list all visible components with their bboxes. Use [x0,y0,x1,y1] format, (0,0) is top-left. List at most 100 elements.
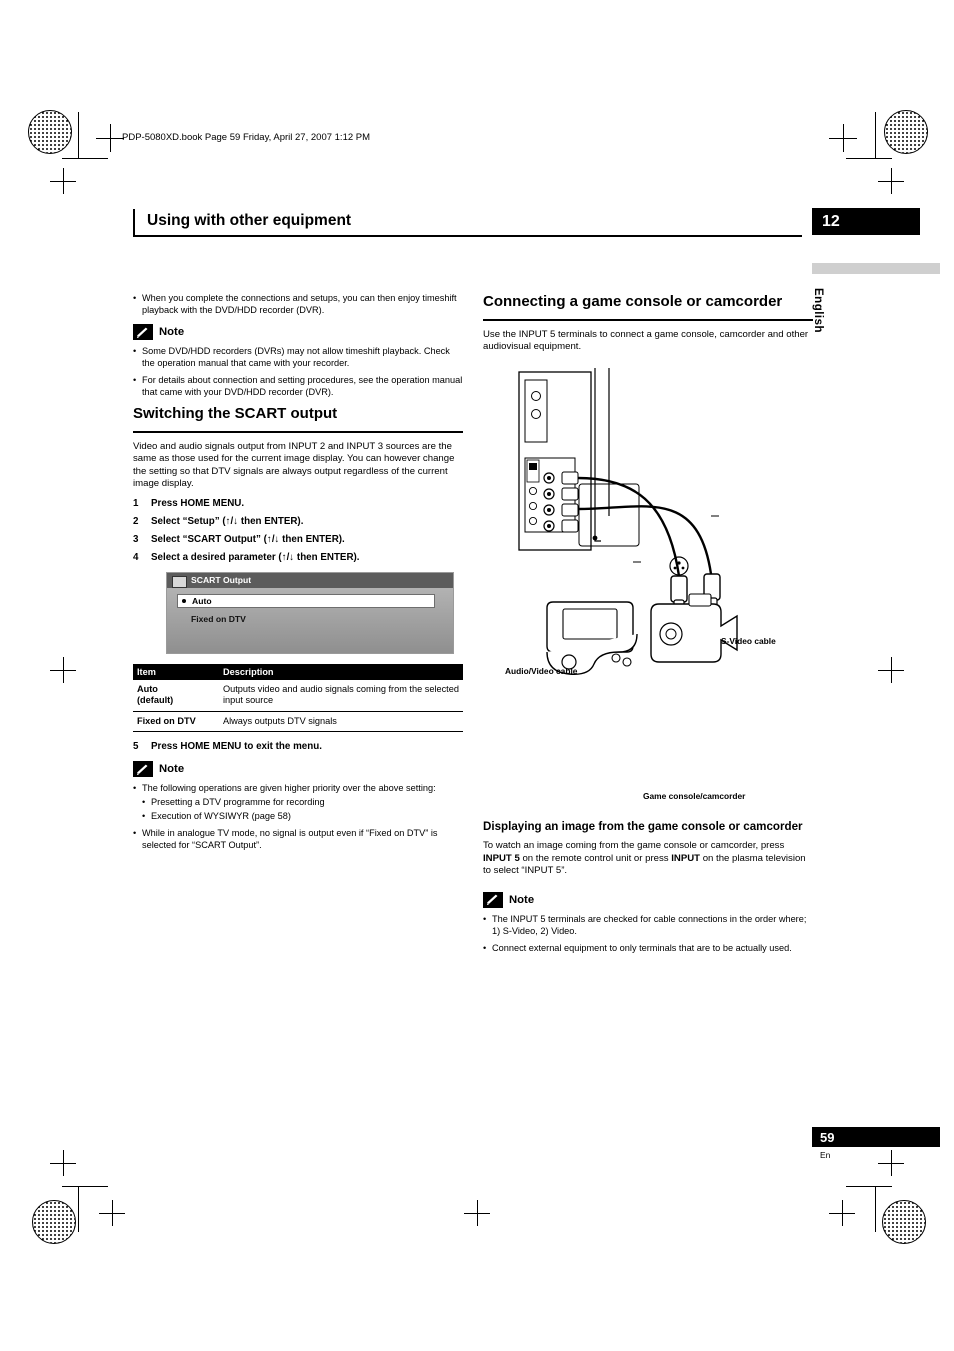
note-title: Note [159,763,185,776]
note-item: The INPUT 5 terminals are checked for ca… [483,913,813,937]
language-label: English [812,288,824,334]
step-number: 5 [133,741,139,753]
section-body-scart: Video and audio signals output from INPU… [133,441,455,490]
step-1: 1 Press HOME MENU. [133,497,463,510]
page-number-suffix: En [820,1150,831,1160]
page-number-badge: 59 [812,1127,940,1147]
osd-option-fixed-on-dtv[interactable]: Fixed on DTV [177,612,435,626]
step-text: Select a desired parameter (↑/↓ then ENT… [151,551,360,563]
crop-mark-bottom-left-v [78,1186,79,1232]
table-item-name: Auto [137,683,158,694]
step-5: 5 Press HOME MENU to exit the menu. [133,740,463,753]
crop-mark-top-right-v [875,112,876,158]
osd-option-auto[interactable]: Auto [177,593,435,608]
osd-option-label: Fixed on DTV [191,613,246,624]
table-item-name: Fixed on DTV [137,715,196,726]
osd-radio-icon [182,599,186,604]
pencil-icon [483,891,503,908]
crop-mark-bottom-right-v [875,1186,876,1232]
label-audio-video-cable: Audio/Video cable [505,665,578,676]
registration-cross-bottom-r [829,1200,855,1226]
section-title-scart: Switching the SCART output [133,405,338,422]
osd-screenshot: SCART Output Auto Fixed on DTV [166,571,454,654]
note-item: Connect external equipment to only termi… [483,942,813,954]
right-column: Connecting a game console or camcorder U… [483,292,813,960]
registration-halftone-bottom-left [32,1200,76,1244]
note-title: Note [159,326,185,338]
pencil-icon [133,324,153,340]
step-text: Press HOME MENU. [151,497,245,509]
table-header-description: Description [219,663,463,680]
chapter-number-badge: 12 [812,208,920,235]
subsection-body: To watch an image coming from the game c… [483,840,813,877]
registration-cross-tl [96,124,124,152]
note-header: Note [133,761,463,778]
note-header: Note [483,891,813,908]
note-item: Some DVD/HDD recorders (DVRs) may not al… [133,345,463,369]
osd-title: SCART Output [167,572,453,588]
table-cell-description: Always outputs DTV signals [219,711,463,733]
registration-cross-br [878,1150,904,1176]
step-number: 2 [133,515,139,527]
label-game-console-camcorder: Game console/camcorder [643,790,746,801]
crop-mark-bottom-right-h [846,1186,892,1187]
note-item: While in analogue TV mode, no signal is … [133,827,463,851]
osd-option-label: Auto [192,595,212,606]
table-cell-item: Fixed on DTV [133,711,219,733]
registration-halftone-bottom-right [882,1200,926,1244]
table-header-item: Item [133,663,219,680]
table-row: Auto (default) Outputs video and audio s… [133,679,463,712]
table-item-note: (default) [137,695,174,706]
registration-cross-mid-left [50,657,76,683]
note-item: The following operations are given highe… [133,782,463,794]
language-bar [812,263,940,274]
crop-mark-bottom-left-h [62,1186,108,1187]
table-cell-description: Outputs video and audio signals coming f… [219,679,463,712]
step-text: Select “Setup” (↑/↓ then ENTER). [151,515,304,527]
crop-mark-top-left-v [78,112,79,158]
note-block-2: Note The following operations are given … [133,761,463,851]
label-svideo-cable: S-Video cable [721,635,776,646]
note-title: Note [509,893,535,906]
crop-mark-top-left-h [62,158,108,159]
osd-setup-icon [172,575,187,588]
subsection-body-part2: on the remote control unit or press [519,852,672,864]
section-title-game-console: Connecting a game console or camcorder [483,293,783,310]
note-block-1: Note Some DVD/HDD recorders (DVRs) may n… [133,324,463,398]
section-body-game-console: Use the INPUT 5 terminals to connect a g… [483,329,809,353]
registration-halftone-top-left [28,110,72,154]
intro-bullet: When you complete the connections and se… [133,292,463,316]
registration-cross-bottom-c [464,1200,490,1226]
registration-cross-bl [50,1150,76,1176]
input-button-name: INPUT [671,852,701,864]
input5-button-name: INPUT 5 [483,852,520,864]
parameter-table: Item Description Auto (default) Outputs … [133,663,463,733]
note-subitem: Execution of WYSIWYR (page 58) [133,810,463,822]
table-cell-item: Auto (default) [133,679,219,712]
registration-halftone-top-right [884,110,928,154]
pencil-icon [133,761,153,778]
note-header: Note [133,324,463,340]
step-text: Select “SCART Output” (↑/↓ then ENTER). [151,533,345,545]
crop-mark-top-right-h [846,158,892,159]
registration-cross-left [50,168,76,194]
section-rule [483,319,813,321]
registration-cross-bottom-l [99,1200,125,1226]
page-title: Using with other equipment [147,212,352,229]
step-number: 3 [133,533,139,545]
page: PDP-5080XD.book Page 59 Friday, April 27… [0,0,954,1351]
connection-diagram-svg [518,367,738,675]
step-2: 2 Select “Setup” (↑/↓ then ENTER). [133,515,463,528]
subsection-body-part1: To watch an image coming from the game c… [483,840,785,852]
connection-diagram: S-Video cable Audio/Video cable Game con… [483,366,823,801]
registration-cross-right [878,168,904,194]
step-4: 4 Select a desired parameter (↑/↓ then E… [133,551,463,564]
section-rule [133,431,463,433]
note-block-3: Note The INPUT 5 terminals are checked f… [483,891,813,954]
step-number: 4 [133,551,139,563]
registration-cross-mid-right [878,657,904,683]
step-number: 1 [133,497,139,509]
table-header-row: Item Description [133,663,463,680]
note-item: For details about connection and setting… [133,374,463,398]
note-subitem: Presetting a DTV programme for recording [133,796,463,808]
